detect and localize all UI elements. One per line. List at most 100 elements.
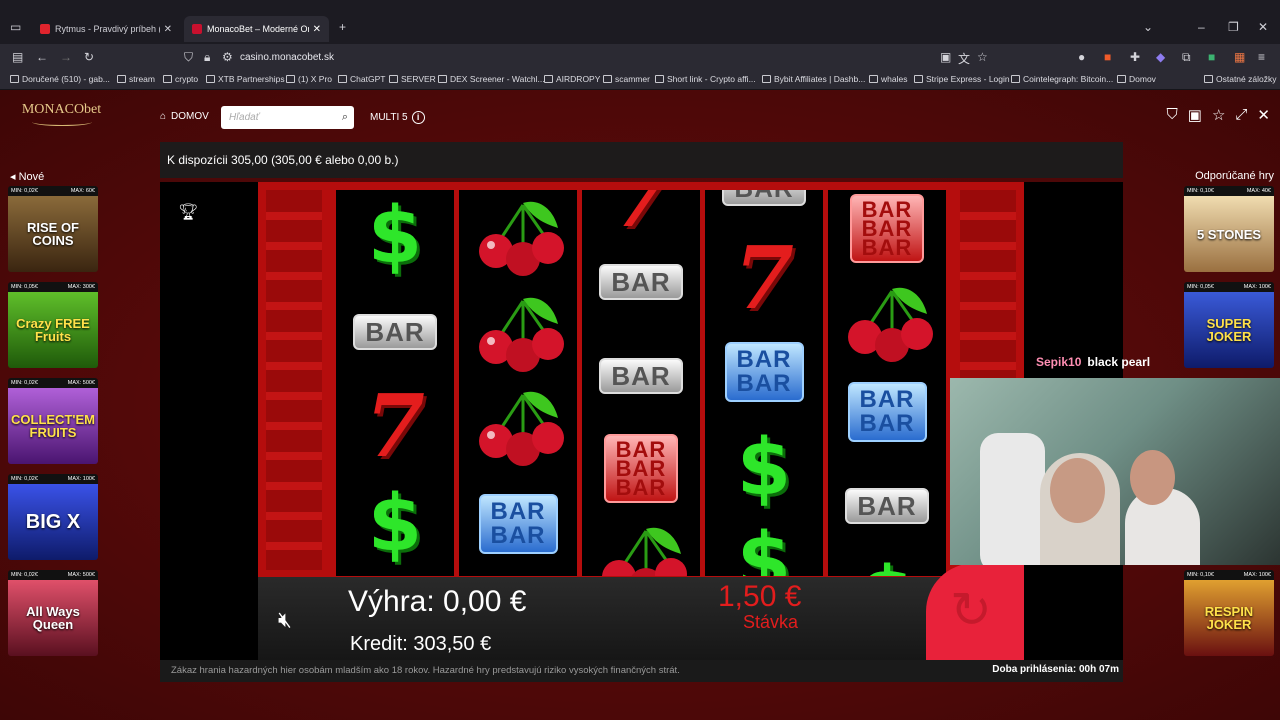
reader-icon[interactable]: ▣ (940, 50, 951, 64)
bookmark-item[interactable]: Short link - Crypto affi... (655, 74, 756, 84)
game-thumbnail[interactable]: MIN: 0,02€ MAX: 100€ BIG X (8, 474, 98, 560)
folder-icon (389, 75, 398, 83)
reload-icon[interactable]: ↻ (84, 50, 94, 64)
new-tab-icon[interactable]: + (339, 20, 346, 34)
monacobet-logo[interactable]: MONACObet (14, 102, 109, 138)
bookmark-item[interactable]: Cointelegraph: Bitcoin... (1011, 74, 1113, 84)
stake-value[interactable]: 1,50 € (718, 580, 801, 614)
bookmark-item[interactable]: (1) X Pro (286, 74, 332, 84)
gaming-chair (980, 433, 1045, 565)
trophy-icon[interactable]: 🏆︎ (178, 202, 198, 222)
game-thumbnail[interactable]: MIN: 0,02€ MAX: 60€ RISE OF COINS (8, 186, 98, 272)
shield-icon[interactable]: ⛉ (184, 50, 193, 65)
close-tab-icon[interactable]: ✕ (313, 24, 321, 35)
bookmark-folder[interactable]: Ostatné záložky (1204, 74, 1276, 84)
xtb-icon (206, 75, 215, 83)
recommended-games-header: Odporúčané hry (1195, 170, 1274, 182)
bookmark-folder[interactable]: AIRDROPY (544, 74, 600, 84)
gambling-warning: Zákaz hrania hazardných hier osobám mlad… (171, 665, 680, 676)
shield-icon[interactable]: ⛉ (1167, 106, 1178, 124)
extension-icon[interactable]: ▦ (1234, 50, 1245, 64)
stake-label[interactable]: Stávka (743, 612, 798, 633)
bookmark-folder[interactable]: scammer (603, 74, 650, 84)
multi-5-button[interactable]: MULTI 5 i (370, 111, 425, 124)
tab-rytmus[interactable]: Rytmus - Pravdivý príbeh ( ✕ (32, 16, 180, 42)
back-icon[interactable]: ← (36, 50, 48, 64)
chevron-down-icon[interactable]: ⌄ (1143, 20, 1153, 34)
fullscreen-icon[interactable]: ⤢ (1235, 106, 1247, 124)
game-thumbnail[interactable]: MIN: 0,05€ MAX: 100€ SUPER JOKER (1184, 282, 1274, 368)
extension-icon[interactable]: ◆ (1156, 50, 1165, 64)
tab-list-icon[interactable]: ▭ (10, 20, 21, 34)
game-name: BIG X (25, 511, 81, 533)
tab-title: MonacoBet – Moderné Online (207, 24, 309, 34)
minimize-icon[interactable]: – (1198, 20, 1205, 34)
home-icon: ⌂ (160, 111, 167, 122)
bookmark-item[interactable]: ChatGPT (338, 74, 385, 84)
cherry-icon (459, 190, 577, 282)
bookmark-folder[interactable]: SERVER (389, 74, 436, 84)
chatgpt-icon (338, 75, 347, 83)
account-icon[interactable]: ● (1078, 50, 1085, 64)
folder-icon (869, 75, 878, 83)
credit-amount: Kredit: 303,50 € (350, 633, 492, 655)
dex-icon (438, 75, 447, 83)
logo-ornament (31, 118, 92, 126)
extension-icon[interactable]: ■ (1104, 50, 1111, 64)
symbol-dollar: $ (736, 517, 792, 576)
mute-icon[interactable]: 🔇︎ (278, 607, 292, 633)
search-icon[interactable]: ⌕ (342, 111, 348, 124)
bookmark-item[interactable]: Stripe Express - Login (914, 74, 1010, 84)
close-icon[interactable]: ✕ (1257, 106, 1270, 124)
bookmark-folder[interactable]: stream (117, 74, 155, 84)
bookmark-item[interactable]: DEX Screener - Watchl... (438, 74, 545, 84)
sidebar-icon[interactable]: ▤ (12, 50, 23, 64)
extension-icon[interactable]: ✚ (1130, 50, 1140, 64)
forward-icon[interactable]: → (60, 50, 72, 64)
search-placeholder: Hľadať (229, 112, 260, 123)
game-name: SUPER JOKER (1206, 316, 1252, 344)
wallet-icon[interactable]: ▣ (1188, 106, 1202, 124)
reel-2: BAR BAR (459, 190, 577, 576)
tab-monacobet[interactable]: MonacoBet – Moderné Online ✕ (184, 16, 329, 42)
symbol-seven: 7 (365, 375, 425, 477)
close-tab-icon[interactable]: ✕ (164, 24, 172, 35)
nav-home[interactable]: ⌂ DOMOV (160, 111, 209, 122)
cherry-icon (828, 276, 946, 368)
search-input[interactable]: Hľadať ⌕ (221, 106, 354, 129)
menu-icon[interactable]: ≡ (1258, 50, 1265, 64)
bookmark-item[interactable]: Domov (1117, 74, 1156, 84)
chat-username: Sepik10 (1036, 355, 1082, 369)
game-thumbnail[interactable]: MIN: 0,05€ MAX: 300€ Crazy FREE Fruits (8, 282, 98, 368)
game-thumbnail[interactable]: MIN: 0,02€ MAX: 500€ All Ways Queen (8, 570, 98, 656)
favorite-star-icon[interactable]: ☆ (1212, 106, 1225, 124)
tab-title: Rytmus - Pravdivý príbeh ( (55, 24, 160, 34)
lock-icon[interactable]: 🔒︎ (204, 50, 210, 65)
new-games-header[interactable]: ◂ Nové (10, 170, 44, 183)
translate-icon[interactable]: 文 (958, 50, 970, 67)
casino-page: MONACObet ⌂ DOMOV Hľadať ⌕ MULTI 5 i ⛉ ▣… (0, 90, 1280, 720)
maximize-icon[interactable]: ❐ (1228, 20, 1239, 34)
game-name: RESPIN JOKER (1204, 604, 1254, 632)
bookmark-item[interactable]: XTB Partnerships (206, 74, 285, 84)
extensions-icon[interactable]: ⧉ (1182, 50, 1191, 65)
folder-icon (544, 75, 553, 83)
game-thumbnail[interactable]: MIN: 0,02€ MAX: 500€ COLLECT'EM FRUITS (8, 378, 98, 464)
link-icon (655, 75, 664, 83)
spin-button[interactable] (926, 563, 1024, 660)
bookmark-folder[interactable]: crypto (163, 74, 198, 84)
page-info-icon[interactable]: ⚙ (222, 50, 233, 64)
close-window-icon[interactable]: ✕ (1258, 20, 1268, 34)
reel-1: $ BAR 7 $ (336, 190, 454, 576)
bookmark-star-icon[interactable]: ☆ (977, 50, 988, 64)
multi-label: MULTI 5 (370, 112, 408, 123)
bookmark-item[interactable]: Doručené (510) - gab... (10, 74, 110, 84)
bookmark-item[interactable]: Bybit Affiliates | Dashb... (762, 74, 865, 84)
address-bar[interactable]: ⛉ 🔒︎ ⚙ casino.monacobet.sk (180, 47, 1000, 67)
bookmark-folder[interactable]: whales (869, 74, 907, 84)
extension-icon[interactable]: ■ (1208, 50, 1215, 64)
symbol-triple-bar: BAR BAR BAR (582, 422, 700, 514)
game-thumbnail[interactable]: MIN: 0,10€ MAX: 40€ 5 STONES (1184, 186, 1274, 272)
info-icon[interactable]: i (411, 111, 425, 124)
game-thumbnail[interactable]: MIN: 0,10€ MAX: 100€ RESPIN JOKER (1184, 570, 1274, 656)
